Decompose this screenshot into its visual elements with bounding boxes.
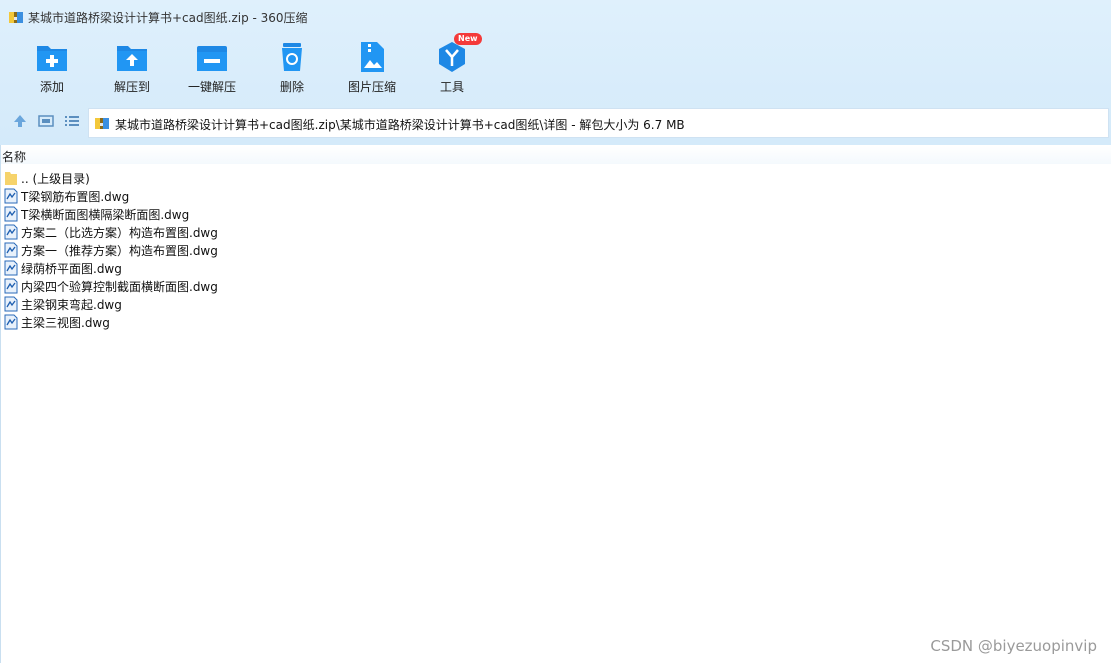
- dwg-file-icon: [4, 260, 18, 276]
- list-item-label: 内梁四个验算控制截面横断面图.dwg: [21, 280, 218, 294]
- address-path: 某城市道路桥梁设计计算书+cad图纸.zip\某城市道路桥梁设计计算书+cad图…: [115, 118, 685, 132]
- list-item-label: T梁横断面图横隔梁断面图.dwg: [21, 208, 190, 222]
- list-item[interactable]: 主梁钢束弯起.dwg: [0, 295, 400, 313]
- list-item-label: 方案二（比选方案）构造布置图.dwg: [21, 226, 218, 240]
- list-item-label: 方案一（推荐方案）构造布置图.dwg: [21, 244, 218, 258]
- dwg-file-icon: [4, 296, 18, 312]
- column-name-label: 名称: [2, 150, 27, 164]
- list-item[interactable]: 内梁四个验算控制截面横断面图.dwg: [0, 277, 400, 295]
- extract-to-label: 解压到: [113, 80, 150, 94]
- list-view-icon[interactable]: [63, 112, 81, 130]
- list-item[interactable]: 绿荫桥平面图.dwg: [0, 259, 400, 277]
- list-item-label: T梁钢筋布置图.dwg: [21, 190, 130, 204]
- file-list: .. (上级目录) T梁钢筋布置图.dwg T梁横断面图横隔梁断面图.dwg 方…: [0, 169, 400, 331]
- window-title: 某城市道路桥梁设计计算书+cad图纸.zip - 360压缩: [28, 11, 308, 25]
- image-compress-icon: [361, 42, 384, 72]
- list-item[interactable]: T梁横断面图横隔梁断面图.dwg: [0, 205, 400, 223]
- list-item[interactable]: 方案二（比选方案）构造布置图.dwg: [0, 223, 400, 241]
- folder-icon: [5, 172, 17, 185]
- toolbar: 添加 解压到 一键解压 删除 图片压缩 New 工具: [0, 33, 1111, 98]
- image-compress-label: 图片压缩: [347, 80, 396, 94]
- dwg-file-icon: [4, 224, 18, 240]
- add-folder-icon: [37, 46, 67, 71]
- image-compress-button[interactable]: 图片压缩: [332, 36, 412, 98]
- quick-extract-icon: [197, 46, 227, 71]
- dwg-file-icon: [4, 188, 18, 204]
- navigation-bar: 某城市道路桥梁设计计算书+cad图纸.zip\某城市道路桥梁设计计算书+cad图…: [0, 106, 1111, 138]
- one-click-extract-button[interactable]: 一键解压: [172, 36, 252, 98]
- watermark: CSDN @biyezuopinvip: [930, 637, 1097, 655]
- dwg-file-icon: [4, 278, 18, 294]
- list-item-label: 绿荫桥平面图.dwg: [21, 262, 122, 276]
- dwg-file-icon: [4, 314, 18, 330]
- extract-folder-icon: [117, 46, 147, 71]
- list-item[interactable]: T梁钢筋布置图.dwg: [0, 187, 400, 205]
- list-item[interactable]: 方案一（推荐方案）构造布置图.dwg: [0, 241, 400, 259]
- recycle-bin-icon: [282, 43, 302, 71]
- extract-to-button[interactable]: 解压到: [92, 36, 172, 98]
- list-item-label: .. (上级目录): [21, 172, 90, 186]
- dwg-file-icon: [4, 242, 18, 258]
- thumbnail-view-icon[interactable]: [37, 112, 55, 130]
- archive-icon: [9, 12, 23, 23]
- archive-icon: [95, 118, 109, 129]
- up-arrow-icon[interactable]: [11, 112, 29, 130]
- one-click-extract-label: 一键解压: [187, 80, 236, 94]
- add-button[interactable]: 添加: [12, 36, 92, 98]
- title-bar: 某城市道路桥梁设计计算书+cad图纸.zip - 360压缩: [0, 0, 1111, 34]
- tools-label: 工具: [439, 80, 464, 94]
- list-item-label: 主梁三视图.dwg: [21, 316, 110, 330]
- new-badge: New: [454, 33, 482, 45]
- delete-label: 删除: [279, 80, 304, 94]
- list-item-label: 主梁钢束弯起.dwg: [21, 298, 122, 312]
- delete-button[interactable]: 删除: [252, 36, 332, 98]
- column-header-name[interactable]: 名称: [0, 146, 1111, 164]
- tools-cube-icon: [439, 42, 465, 72]
- add-label: 添加: [39, 80, 64, 94]
- tools-button[interactable]: New 工具: [412, 33, 492, 98]
- top-chrome: 某城市道路桥梁设计计算书+cad图纸.zip - 360压缩 添加 解压到 一键…: [0, 0, 1111, 145]
- list-item-parent[interactable]: .. (上级目录): [0, 169, 400, 187]
- list-item[interactable]: 主梁三视图.dwg: [0, 313, 400, 331]
- address-bar[interactable]: 某城市道路桥梁设计计算书+cad图纸.zip\某城市道路桥梁设计计算书+cad图…: [88, 108, 1109, 138]
- dwg-file-icon: [4, 206, 18, 222]
